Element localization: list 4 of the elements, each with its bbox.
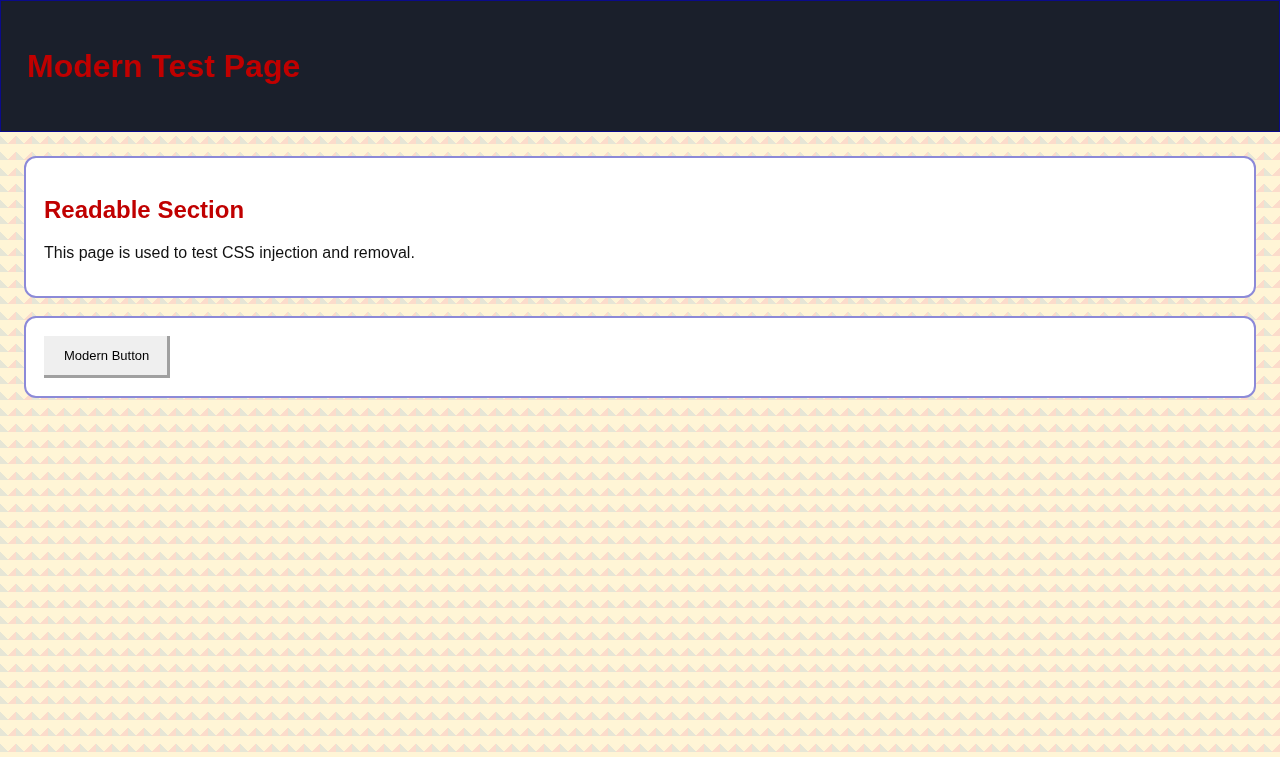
page-title: Modern Test Page bbox=[27, 47, 301, 85]
modern-button[interactable]: Modern Button bbox=[44, 335, 171, 378]
section-text: This page is used to test CSS injection and removal. bbox=[44, 243, 416, 262]
section-heading: Readable Section bbox=[44, 195, 246, 224]
